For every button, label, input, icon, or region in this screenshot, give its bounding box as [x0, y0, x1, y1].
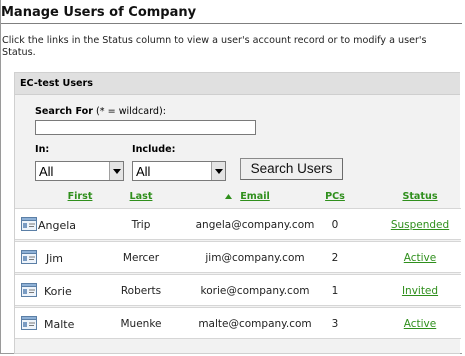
include-select-value: All — [136, 164, 151, 179]
column-header-email[interactable]: Email — [235, 191, 275, 202]
search-label-hint: (* = wildcard): — [92, 106, 166, 117]
chevron-down-icon[interactable] — [211, 162, 225, 180]
search-users-button[interactable]: Search Users — [240, 158, 343, 180]
cell-last: Muenke — [120, 318, 162, 330]
user-card-icon — [21, 316, 37, 330]
status-link[interactable]: Suspended — [387, 219, 453, 231]
user-card-icon — [21, 250, 37, 264]
cell-first: Korie — [44, 285, 72, 298]
cell-first: Jim — [46, 252, 64, 265]
column-header-pcs[interactable]: PCs — [320, 191, 350, 202]
page-intro: Click the links in the Status column to … — [2, 35, 427, 58]
column-header-last[interactable]: Last — [121, 191, 161, 202]
chevron-down-icon[interactable] — [109, 162, 123, 180]
cell-last: Roberts — [120, 285, 162, 297]
cell-pcs: 3 — [331, 318, 339, 330]
cell-first: Angela — [38, 219, 77, 232]
user-card-icon — [21, 217, 37, 231]
users-panel: EC-test Users Search For (* = wildcard):… — [14, 72, 461, 354]
cell-email: malte@company.com — [198, 318, 312, 330]
cell-last: Mercer — [122, 252, 160, 264]
table-row: Korie Roberts korie@company.com 1 Invite… — [15, 274, 461, 306]
include-select[interactable]: All — [132, 161, 226, 181]
column-header-status[interactable]: Status — [395, 191, 445, 202]
search-label: Search For (* = wildcard): — [35, 106, 166, 117]
cell-email: angela@company.com — [195, 219, 315, 231]
table-row: Malte Muenke malte@company.com 3 Active — [15, 307, 461, 339]
status-link[interactable]: Active — [387, 252, 453, 264]
cell-email: jim@company.com — [205, 252, 305, 264]
sort-ascending-icon — [225, 194, 232, 199]
page-title: Manage Users of Company — [1, 0, 462, 24]
search-input[interactable] — [35, 120, 256, 135]
column-header-first[interactable]: First — [60, 191, 100, 202]
cell-first: Malte — [44, 318, 75, 331]
cell-email: korie@company.com — [200, 285, 310, 297]
cell-pcs: 0 — [331, 219, 339, 231]
include-label: Include: — [132, 144, 176, 155]
cell-pcs: 2 — [331, 252, 339, 264]
status-link[interactable]: Active — [387, 318, 453, 330]
panel-title: EC-test Users — [15, 73, 460, 95]
cell-pcs: 1 — [331, 285, 339, 297]
in-select[interactable]: All — [35, 161, 124, 181]
table-row: Angela Trip angela@company.com 0 Suspend… — [15, 208, 461, 240]
in-label: In: — [35, 144, 50, 155]
user-card-icon — [21, 283, 37, 297]
status-link[interactable]: Invited — [387, 285, 453, 297]
search-label-bold: Search For — [35, 106, 93, 117]
in-select-value: All — [39, 164, 54, 179]
table-row: Jim Mercer jim@company.com 2 Active — [15, 241, 461, 273]
cell-last: Trip — [131, 219, 151, 231]
